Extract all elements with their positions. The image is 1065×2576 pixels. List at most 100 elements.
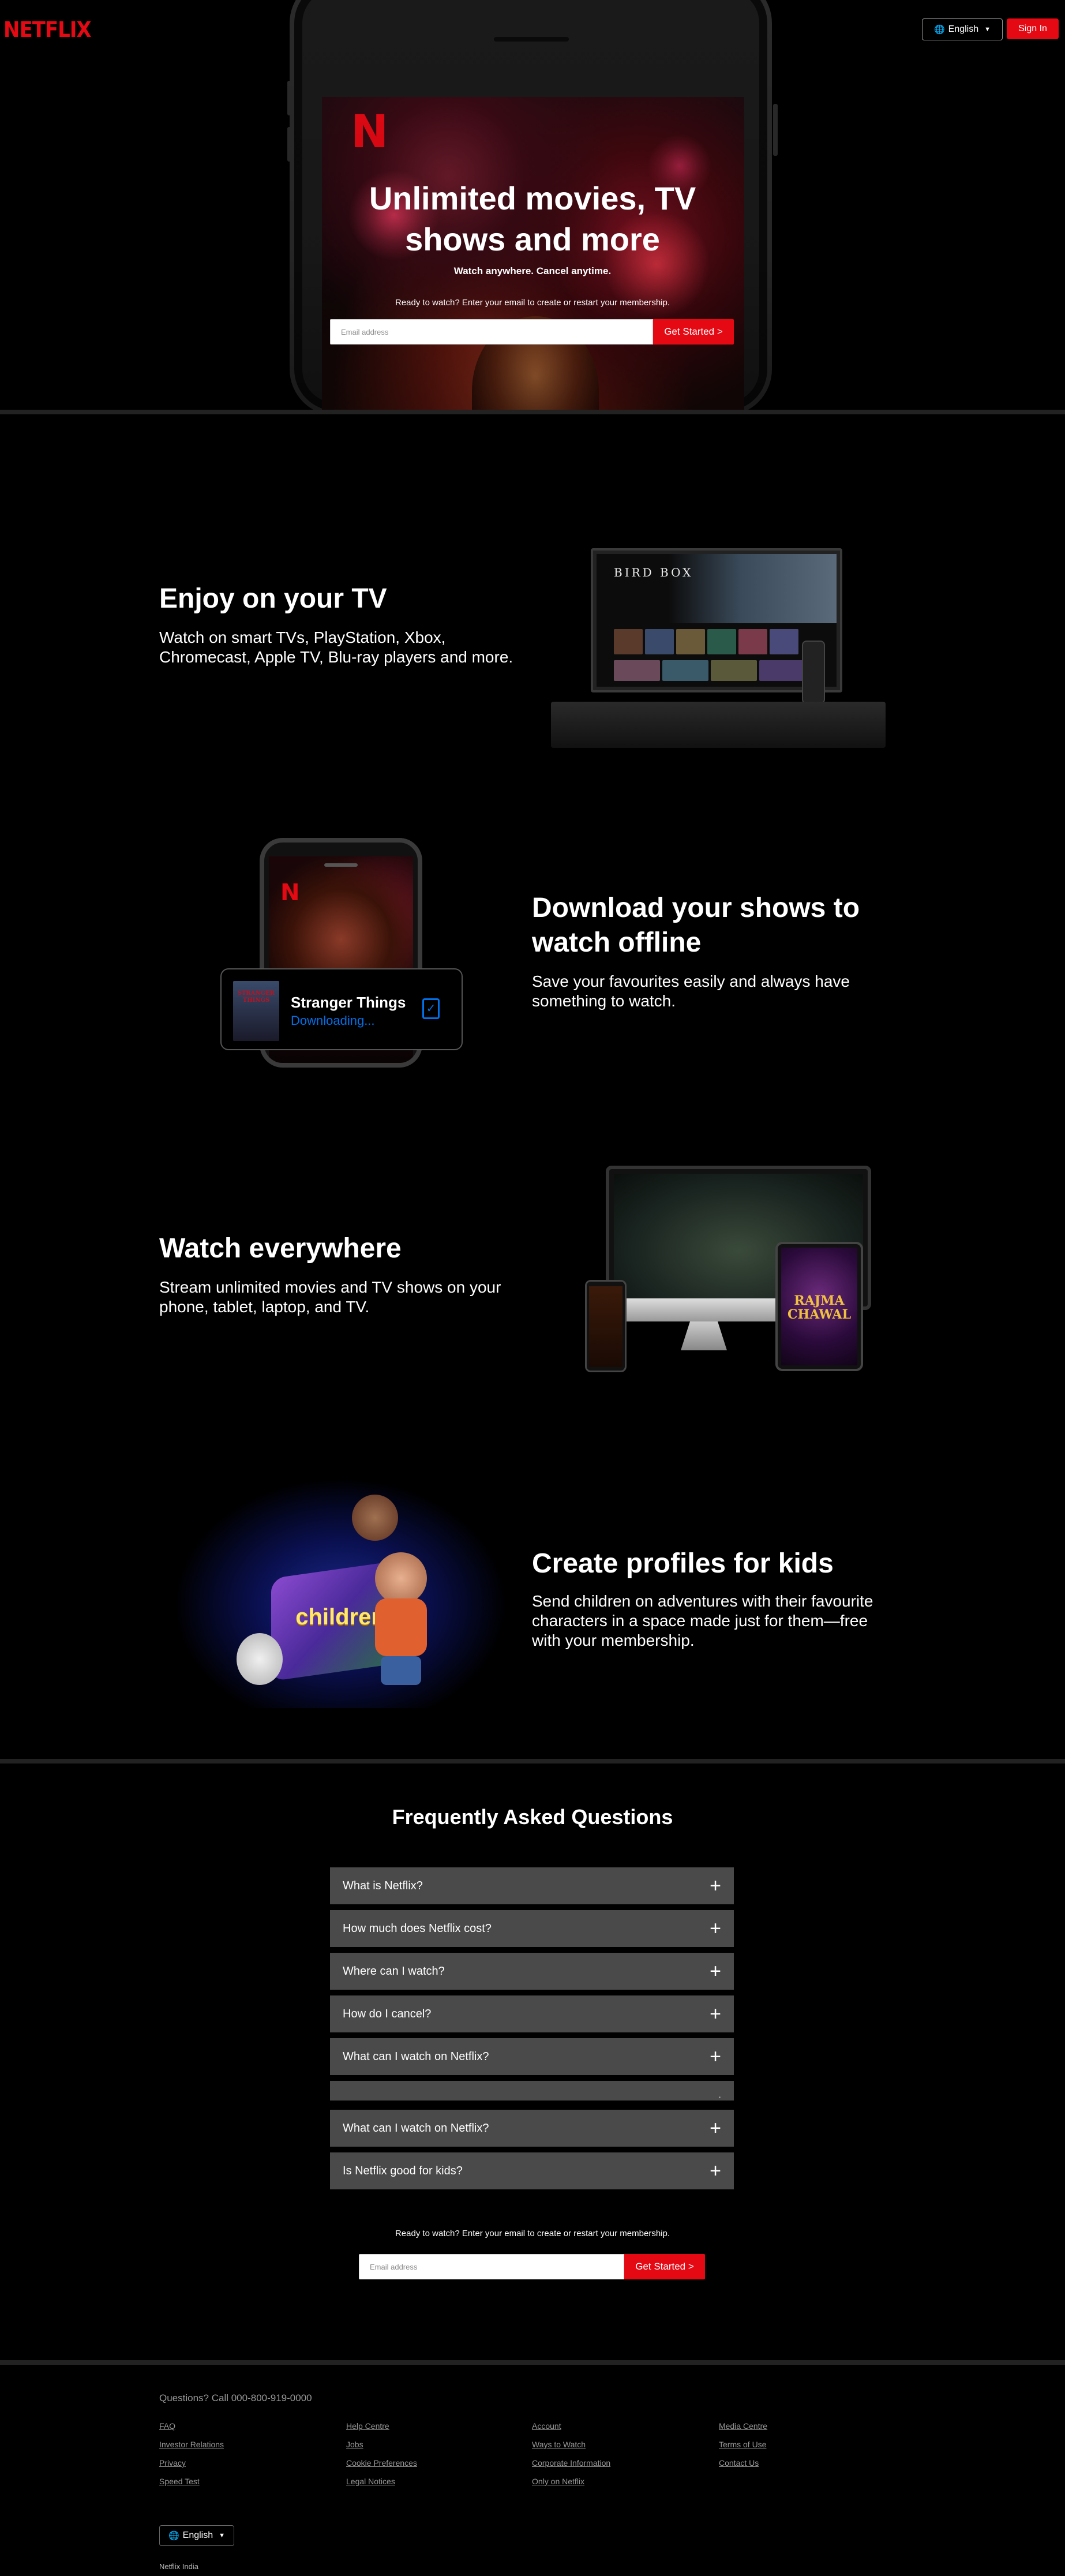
sign-in-button[interactable]: Sign In xyxy=(1007,18,1059,39)
feature-kids-title: Create profiles for kids xyxy=(532,1548,834,1579)
get-started-button[interactable]: Get Started > xyxy=(624,2254,705,2279)
plus-icon: + xyxy=(710,2117,721,2139)
download-title: Stranger Things xyxy=(291,994,406,1011)
tv-thumbnail xyxy=(614,629,643,654)
download-card: STRANGER THINGS Stranger Things Download… xyxy=(220,968,463,1050)
faq-question: What is Netflix? xyxy=(343,1879,423,1892)
footer-questions: Questions? Call 000-800-919-0000 xyxy=(159,2392,312,2403)
hero-title-line: shows and more xyxy=(405,221,660,257)
feature-everywhere-text: Stream unlimited movies and TV shows on … xyxy=(159,1278,501,1317)
faq-item[interactable]: Where can I watch? + xyxy=(330,1953,734,1990)
footer-country: Netflix India xyxy=(159,2562,198,2571)
footer-link-speed-test[interactable]: Speed Test xyxy=(159,2477,200,2486)
remote-control-image xyxy=(802,641,825,704)
feature-text-line: Stream unlimited movies and TV shows on … xyxy=(159,1278,501,1296)
plus-icon: · xyxy=(718,2092,721,2101)
footer-link-investor-relations[interactable]: Investor Relations xyxy=(159,2440,224,2449)
footer-link-terms-of-use[interactable]: Terms of Use xyxy=(719,2440,766,2449)
feature-text-line: Send children on adventures with their f… xyxy=(532,1592,873,1610)
faq-item[interactable]: What is Netflix? + xyxy=(330,1867,734,1904)
faq-item[interactable]: What can I watch on Netflix? + xyxy=(330,2038,734,2075)
tablet-show-title: RAJMA CHAWAL xyxy=(787,1293,852,1322)
faq-question: Where can I watch? xyxy=(343,1964,445,1978)
footer-link-legal-notices[interactable]: Legal Notices xyxy=(346,2477,395,2486)
hero-title-line: Unlimited movies, TV xyxy=(369,180,696,216)
footer-link-jobs[interactable]: Jobs xyxy=(346,2440,363,2449)
download-status: Downloading... xyxy=(291,1013,375,1028)
faq-question: How do I cancel? xyxy=(343,2007,432,2020)
stranger-things-poster: STRANGER THINGS xyxy=(233,981,279,1041)
tv-thumbnail xyxy=(770,629,798,654)
faq-item-truncated[interactable]: · xyxy=(330,2081,734,2101)
footer-link-privacy[interactable]: Privacy xyxy=(159,2458,186,2468)
imac-stand-image xyxy=(681,1321,727,1350)
footer-link-help-centre[interactable]: Help Centre xyxy=(346,2421,389,2431)
section-divider xyxy=(0,1759,1065,1763)
faq-title: Frequently Asked Questions xyxy=(392,1805,673,1829)
plus-icon: + xyxy=(710,1918,721,1940)
tv-show-title: BIRD BOX xyxy=(614,566,693,579)
tv-banner xyxy=(597,554,837,623)
bottom-cta-text: Ready to watch? Enter your email to crea… xyxy=(395,2229,670,2238)
feature-everywhere-title: Watch everywhere xyxy=(159,1233,402,1264)
feature-text-line: Watch on smart TVs, PlayStation, Xbox, xyxy=(159,628,446,646)
small-phone-image xyxy=(585,1280,627,1372)
tv-thumbnail xyxy=(662,660,708,681)
faq-question: What can I watch on Netflix? xyxy=(343,2121,489,2135)
faq-question: How much does Netflix cost? xyxy=(343,1922,492,1935)
footer-language-select[interactable]: 🌐 English ▼ xyxy=(159,2525,234,2546)
hero-title: Unlimited movies, TV shows and more xyxy=(302,178,763,260)
faq-item[interactable]: How do I cancel? + xyxy=(330,1995,734,2032)
tablet-image: RAJMA CHAWAL xyxy=(775,1242,863,1371)
email-input[interactable]: Email address xyxy=(359,2254,624,2279)
netflix-logo[interactable]: NETFLIX xyxy=(3,17,92,43)
tablet-screen: RAJMA CHAWAL xyxy=(781,1248,857,1365)
globe-icon: 🌐 xyxy=(933,25,945,35)
footer-link-only-on-netflix[interactable]: Only on Netflix xyxy=(532,2477,584,2486)
footer-link-ways-to-watch[interactable]: Ways to Watch xyxy=(532,2440,586,2449)
footer-link-corporate-information[interactable]: Corporate Information xyxy=(532,2458,610,2468)
boy-shirt xyxy=(375,1598,427,1656)
caret-down-icon: ▼ xyxy=(219,2532,226,2539)
faq-question: Is Netflix good for kids? xyxy=(343,2164,463,2177)
footer-link-faq[interactable]: FAQ xyxy=(159,2421,175,2431)
tv-thumbnail xyxy=(676,629,705,654)
feature-text-line: characters in a space made just for them… xyxy=(532,1612,868,1630)
language-select[interactable]: 🌐 English ▼ xyxy=(922,18,1003,40)
feature-tv-text: Watch on smart TVs, PlayStation, Xbox, C… xyxy=(159,628,513,667)
tv-thumbnail xyxy=(711,660,757,681)
language-label: English xyxy=(948,24,979,34)
feature-download-title: Download your shows to watch offline xyxy=(532,891,860,960)
tv-thumbnail xyxy=(645,629,674,654)
plus-icon: + xyxy=(710,1960,721,1982)
boy-pants xyxy=(381,1656,421,1685)
feature-text-line: something to watch. xyxy=(532,992,676,1010)
faq-item[interactable]: Is Netflix good for kids? + xyxy=(330,2152,734,2189)
feature-text-line: Chromecast, Apple TV, Blu-ray players an… xyxy=(159,648,513,666)
tv-thumbnail xyxy=(614,660,660,681)
email-input[interactable]: Email address xyxy=(330,319,653,345)
footer-link-cookie-preferences[interactable]: Cookie Preferences xyxy=(346,2458,417,2468)
feature-title-line: Download your shows to xyxy=(532,893,860,923)
plus-icon: + xyxy=(710,2003,721,2025)
faq-item[interactable]: What can I watch on Netflix? + xyxy=(330,2110,734,2147)
tv-thumbnail xyxy=(707,629,736,654)
get-started-button[interactable]: Get Started > xyxy=(653,319,734,345)
globe-icon: 🌐 xyxy=(168,2531,179,2541)
boy-character xyxy=(375,1552,427,1604)
bunny-character xyxy=(237,1633,283,1685)
footer-link-media-centre[interactable]: Media Centre xyxy=(719,2421,767,2431)
plus-icon: + xyxy=(710,2160,721,2182)
phone-speaker xyxy=(324,863,358,867)
tv-thumbnail xyxy=(759,660,805,681)
download-check-icon: ✓ xyxy=(422,998,440,1019)
footer-link-account[interactable]: Account xyxy=(532,2421,561,2431)
top-header: NETFLIX 🌐 English ▼ Sign In xyxy=(0,0,1065,58)
feature-text-line: Save your favourites easily and always h… xyxy=(532,972,850,990)
bottom-email-form: Email address Get Started > xyxy=(359,2254,705,2279)
plus-icon: + xyxy=(710,1875,721,1897)
tv-stand-image xyxy=(551,702,886,748)
faq-item[interactable]: How much does Netflix cost? + xyxy=(330,1910,734,1947)
feature-text-line: phone, tablet, laptop, and TV. xyxy=(159,1298,370,1316)
footer-link-contact-us[interactable]: Contact Us xyxy=(719,2458,759,2468)
